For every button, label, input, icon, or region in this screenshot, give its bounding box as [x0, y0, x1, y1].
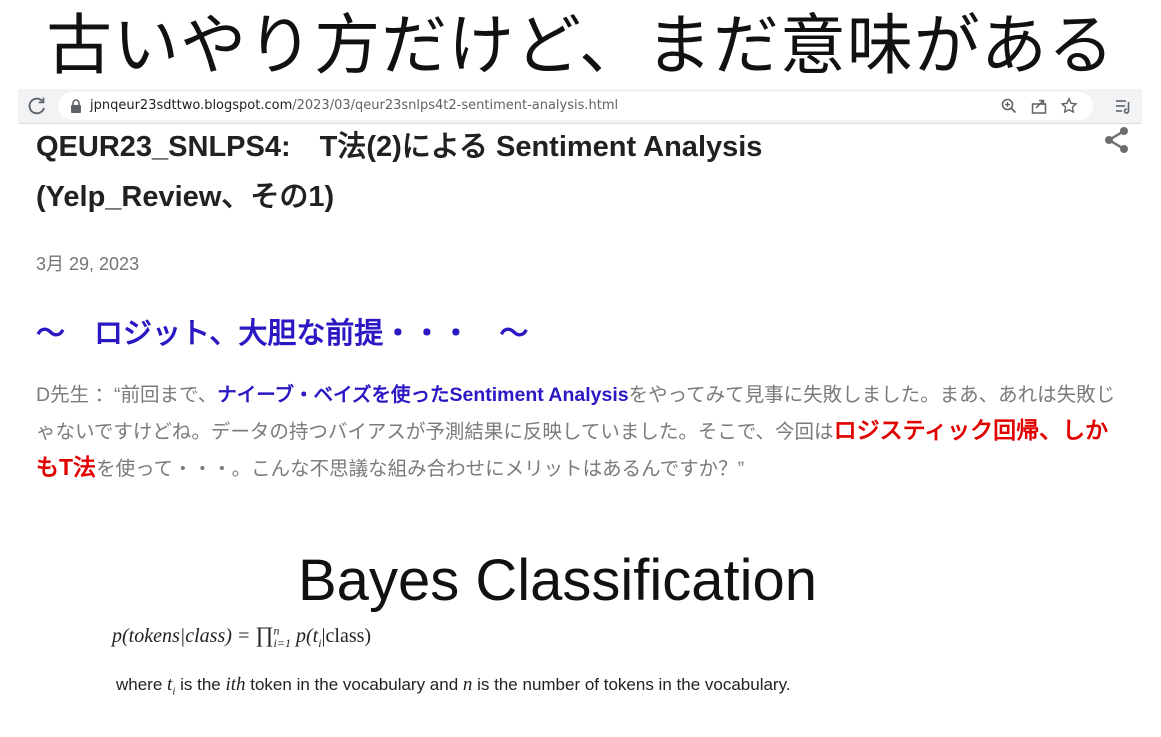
post-date: 3月 29, 2023 [36, 254, 140, 274]
slide-where-text: where ti is the ith token in the vocabul… [116, 674, 791, 697]
url-text[interactable]: jpnqeur23sdttwo.blogspot.com/2023/03/qeu… [90, 97, 618, 115]
url-field[interactable]: jpnqeur23sdttwo.blogspot.com/2023/03/qeu… [58, 92, 1093, 120]
headline-caption: 古いやり方だけど、まだ意味がある [46, 7, 1115, 84]
post-title-line-2: (Yelp_Review、その1) [36, 181, 335, 213]
reload-icon[interactable] [26, 95, 48, 117]
where-seg: is the number of tokens in the vocabular… [472, 675, 791, 694]
post-title: QEUR23_SNLPS4: T法(2)による Sentiment Analys… [36, 122, 896, 222]
formula-prod: ∏ [255, 622, 274, 647]
where-ith: ith [225, 674, 246, 695]
formula-rhs: p(t [295, 625, 319, 647]
url-host: jpnqeur23sdttwo.blogspot.com [90, 98, 293, 113]
formula-rhs-end: |class) [321, 625, 372, 647]
share-page-icon[interactable] [1030, 97, 1048, 115]
url-path: /2023/03/qeur23snlps4t2-sentiment-analys… [292, 98, 619, 113]
post-paragraph: D先生 ：“前回まで、ナイーブ・ベイズを使ったSentiment Analysi… [36, 378, 1131, 487]
bookmark-star-icon[interactable] [1060, 97, 1078, 115]
lock-icon[interactable] [70, 99, 82, 113]
browser-address-bar: jpnqeur23sdttwo.blogspot.com/2023/03/qeu… [18, 89, 1142, 124]
formula-sub: i=1 [273, 636, 291, 650]
slide-title: Bayes Classification [298, 548, 817, 613]
slide-image: Bayes Classification p(tokens|class) = ∏… [112, 548, 1062, 708]
para-segment: D先生 ：“前回まで、 [36, 384, 218, 406]
where-seg: is the [175, 675, 226, 694]
slide-formula: p(tokens|class) = ∏ni=1 p(ti|class) [112, 622, 371, 651]
para-highlight-blue: ナイーブ・ベイズを使ったSentiment Analysis [217, 384, 629, 406]
share-icon[interactable] [1102, 125, 1132, 155]
where-seg: where [116, 675, 168, 694]
reading-list-icon[interactable] [1114, 97, 1132, 115]
formula-lhs: p(tokens|class) = [112, 625, 256, 647]
zoom-icon[interactable] [1000, 97, 1018, 115]
where-n: n [462, 674, 473, 695]
post-subheading: ～ ロジット、大胆な前提・・・ ～ [36, 318, 529, 350]
where-seg: token in the vocabulary and [245, 675, 463, 694]
para-segment: を使って・・・。こんな不思議な組み合わせにメリットはあるんですか？” [96, 458, 745, 480]
post-title-line-1: QEUR23_SNLPS4: T法(2)による Sentiment Analys… [36, 131, 763, 163]
